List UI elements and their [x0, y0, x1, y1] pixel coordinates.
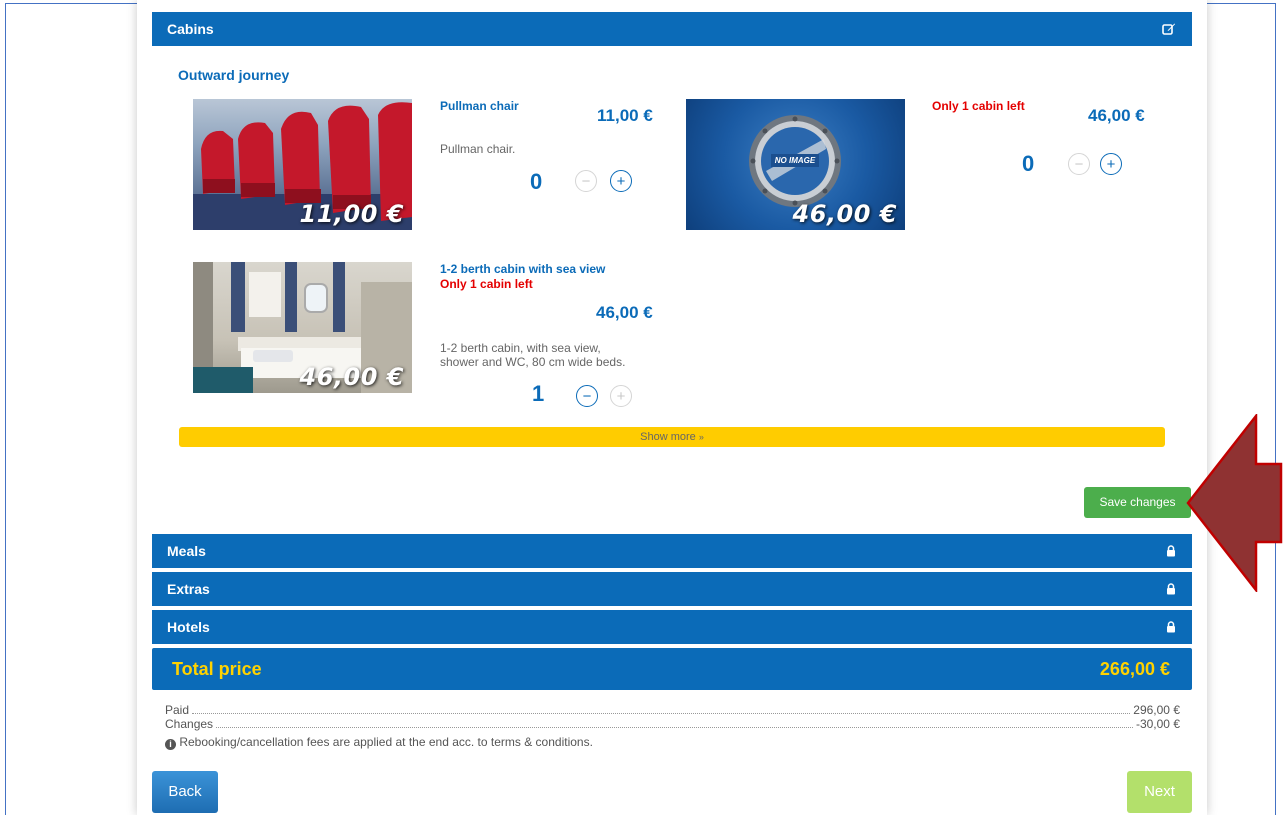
- berth-cabin-image: 46,00 €: [193, 262, 412, 393]
- item-quantity: 0: [530, 169, 543, 194]
- availability-warning: Only 1 cabin left: [932, 99, 1025, 113]
- next-button[interactable]: Next: [1127, 771, 1192, 813]
- availability-warning: Only 1 cabin left: [440, 277, 533, 291]
- image-price-label: 46,00 €: [299, 363, 404, 391]
- changes-value: -30,00 €: [1135, 717, 1180, 731]
- lock-icon: [1166, 610, 1176, 644]
- leader-dots: [192, 713, 1131, 714]
- outward-journey-title: Outward journey: [178, 67, 290, 83]
- decrement-button[interactable]: −: [576, 385, 598, 407]
- item-price: 46,00 €: [596, 303, 653, 322]
- extras-section-header[interactable]: Extras: [152, 572, 1192, 606]
- pullman-chair-image: 11,00 €: [193, 99, 412, 230]
- back-button[interactable]: Back: [152, 771, 218, 813]
- item-quantity: 1: [532, 381, 545, 406]
- item-description: Pullman chair.: [440, 142, 516, 156]
- decrement-button[interactable]: −: [1068, 153, 1090, 175]
- paid-value: 296,00 €: [1133, 703, 1180, 717]
- lock-icon: [1166, 572, 1176, 606]
- image-price-label: 46,00 €: [792, 200, 897, 228]
- cabins-title: Cabins: [167, 21, 214, 37]
- item-name: 1-2 berth cabin with sea view: [440, 262, 606, 276]
- paid-row: Paid 296,00 €: [165, 704, 1180, 716]
- show-more-label: Show more: [640, 431, 699, 443]
- item-price: 46,00 €: [1088, 106, 1145, 125]
- increment-button[interactable]: +: [1100, 153, 1122, 175]
- cabins-section-header[interactable]: Cabins: [152, 12, 1192, 46]
- item-quantity: 0: [1022, 151, 1035, 176]
- save-changes-button[interactable]: Save changes: [1084, 487, 1191, 518]
- meals-section-header[interactable]: Meals: [152, 534, 1192, 568]
- no-image-placeholder: NO IMAGE 46,00 €: [686, 99, 905, 230]
- total-price-value: 266,00 €: [1099, 659, 1170, 679]
- increment-button[interactable]: +: [610, 170, 632, 192]
- increment-button[interactable]: +: [610, 385, 632, 407]
- image-price-label: 11,00 €: [299, 200, 404, 228]
- edit-icon[interactable]: [1162, 12, 1176, 46]
- item-name: Pullman chair: [440, 99, 519, 113]
- fees-note-text: Rebooking/cancellation fees are applied …: [179, 735, 593, 749]
- total-price-bar: Total price 266,00 €: [152, 648, 1192, 690]
- arrow-annotation-icon: [1186, 414, 1283, 592]
- hotels-section-header[interactable]: Hotels: [152, 610, 1192, 644]
- changes-row: Changes -30,00 €: [165, 718, 1180, 730]
- lock-icon: [1166, 534, 1176, 568]
- extras-title: Extras: [167, 581, 210, 597]
- info-icon: i: [165, 739, 176, 750]
- changes-label: Changes: [165, 717, 214, 731]
- show-more-button[interactable]: Show more »: [179, 427, 1165, 447]
- total-price-label: Total price: [172, 659, 262, 679]
- chevron-down-icon: »: [698, 432, 704, 442]
- hotels-title: Hotels: [167, 619, 210, 635]
- no-image-text: NO IMAGE: [774, 156, 816, 165]
- decrement-button[interactable]: −: [575, 170, 597, 192]
- item-description-line1: 1-2 berth cabin, with sea view,: [440, 341, 601, 355]
- paid-label: Paid: [165, 703, 190, 717]
- item-price: 11,00 €: [597, 106, 653, 125]
- meals-title: Meals: [167, 543, 206, 559]
- item-description-line2: shower and WC, 80 cm wide beds.: [440, 355, 626, 369]
- fees-note: i Rebooking/cancellation fees are applie…: [165, 735, 593, 750]
- leader-dots: [216, 727, 1133, 728]
